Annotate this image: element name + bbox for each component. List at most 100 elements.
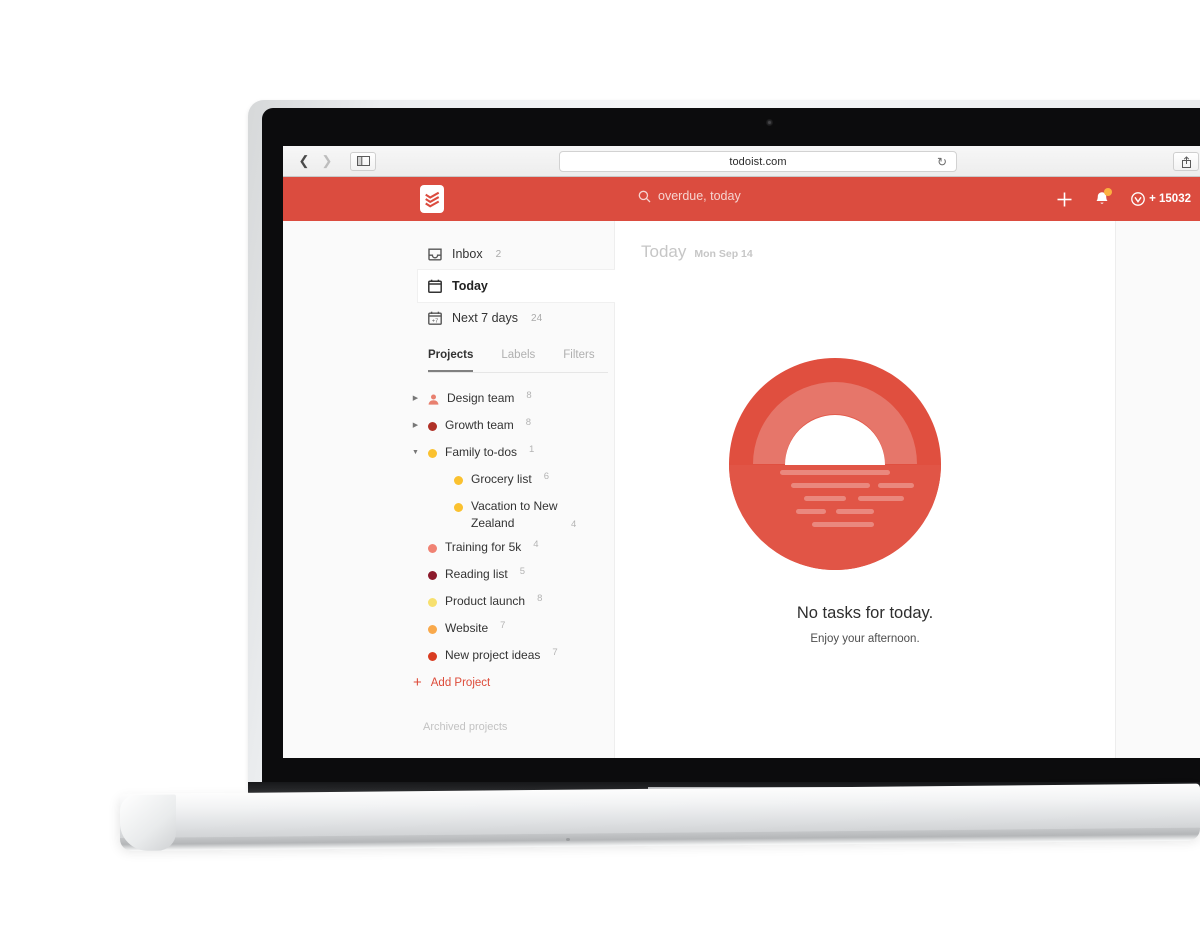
project-row-reading-list[interactable]: ▶ Reading list 5 [411, 563, 611, 590]
project-label: Growth team [445, 418, 514, 432]
search-input-placeholder: overdue, today [658, 189, 741, 203]
todoist-logo-icon [424, 191, 439, 208]
add-task-button[interactable] [1056, 191, 1073, 208]
main-content: Today Mon Sep 14 No tasks for today. Enj… [615, 221, 1115, 758]
project-color-dot [428, 598, 437, 607]
karma-points: + 15032 [1149, 193, 1191, 205]
browser-sidebar-toggle-button[interactable] [350, 151, 376, 171]
app-header: overdue, today + 15032 [283, 177, 1200, 221]
empty-state-subtitle: Enjoy your afternoon. [810, 633, 920, 645]
chevron-right-icon[interactable]: ▶ [411, 390, 420, 407]
project-label: Training for 5k [445, 540, 522, 554]
plus-icon: + [413, 674, 422, 691]
project-row-product-launch[interactable]: ▶ Product launch 8 [411, 590, 611, 617]
laptop-base-port-dot [566, 837, 570, 841]
project-color-dot [428, 652, 437, 661]
tab-filters[interactable]: Filters [563, 349, 594, 372]
screenshot-canvas: ❮ ❯ todoist.com ↻ overdue, today + 15032… [0, 0, 1200, 936]
inbox-icon [428, 248, 442, 260]
content-header: Today Mon Sep 14 [641, 242, 753, 262]
project-label: Grocery list [471, 472, 532, 486]
webcam-icon [766, 119, 773, 126]
project-label: Product launch [445, 594, 526, 608]
page-title: Today [641, 242, 687, 261]
karma-indicator[interactable]: + 15032 [1131, 192, 1191, 206]
laptop-base-corner [120, 794, 176, 851]
project-label: New project ideas [445, 648, 541, 662]
chevron-down-icon[interactable]: ▼ [411, 444, 420, 461]
tab-labels[interactable]: Labels [501, 349, 535, 372]
project-color-dot [428, 625, 437, 634]
project-color-dot [428, 571, 437, 580]
project-label: Website [445, 621, 489, 635]
forward-button[interactable]: ❯ [316, 152, 338, 171]
calendar-7-icon: +7 [428, 311, 442, 325]
add-project-label: Add Project [430, 677, 491, 689]
svg-text:+7: +7 [432, 318, 438, 324]
project-row-growth-team[interactable]: ▶ Growth team 8 [411, 414, 611, 441]
project-count: 6 [543, 471, 549, 482]
project-label: Family to-dos [445, 445, 518, 459]
project-row-training-for-5k[interactable]: ▶ Training for 5k 4 [411, 536, 611, 563]
sunset-icon [729, 358, 941, 570]
project-count: 8 [537, 593, 543, 604]
todoist-logo-button[interactable] [420, 185, 444, 213]
plus-icon [1057, 192, 1072, 206]
url-text: todoist.com [729, 155, 787, 168]
add-project-button[interactable]: + Add Project [411, 674, 611, 691]
sidebar-item-count: 2 [495, 248, 502, 260]
archived-projects-link[interactable]: Archived projects [423, 721, 507, 733]
notifications-button[interactable] [1095, 188, 1113, 207]
sidebar-item-today[interactable]: Today [418, 270, 615, 302]
browser-toolbar-right [1173, 152, 1200, 171]
sidebar: Inbox 2 Today +7 Next 7 days 24 Projects… [283, 221, 615, 758]
app-body: Inbox 2 Today +7 Next 7 days 24 Projects… [283, 221, 1200, 758]
url-bar[interactable]: todoist.com ↻ [559, 151, 957, 172]
project-list: ▶ Design team 8 ▶ Growth team 8 ▼ Family… [411, 387, 611, 691]
share-icon [1181, 155, 1191, 168]
share-button[interactable] [1173, 152, 1199, 171]
project-count: 5 [519, 566, 525, 577]
sidebar-item-count: 24 [531, 312, 543, 324]
tab-projects[interactable]: Projects [428, 349, 474, 372]
project-color-dot [454, 503, 463, 512]
back-button[interactable]: ❮ [293, 152, 315, 171]
project-count: 4 [571, 519, 577, 530]
project-row-grocery-list[interactable]: ▶ Grocery list 6 [411, 468, 611, 495]
project-row-design-team[interactable]: ▶ Design team 8 [411, 387, 611, 414]
karma-icon [1131, 192, 1145, 206]
search-box[interactable]: overdue, today [638, 189, 741, 203]
laptop-screen: ❮ ❯ todoist.com ↻ overdue, today + 15032… [283, 146, 1200, 758]
chevron-right-icon[interactable]: ▶ [411, 417, 420, 434]
project-row-new-project-ideas[interactable]: ▶ New project ideas 7 [411, 644, 611, 671]
project-label: Reading list [445, 567, 508, 581]
sidebar-item-next-7-days[interactable]: +7 Next 7 days 24 [418, 302, 615, 334]
shared-project-person-icon [428, 394, 439, 405]
project-label: Design team [447, 391, 515, 405]
sidebar-tabs: Projects Labels Filters [428, 349, 608, 373]
sidebar-item-label: Inbox [452, 247, 483, 261]
project-color-dot [428, 449, 437, 458]
project-count: 1 [529, 444, 535, 455]
reload-icon[interactable]: ↻ [937, 155, 947, 169]
sidebar-icon [356, 156, 370, 166]
browser-toolbar: ❮ ❯ todoist.com ↻ [283, 146, 1200, 177]
search-icon [638, 190, 651, 202]
project-color-dot [428, 544, 437, 553]
project-count: 7 [500, 620, 506, 631]
sidebar-item-inbox[interactable]: Inbox 2 [418, 238, 615, 270]
page-date: Mon Sep 14 [694, 248, 753, 260]
project-color-dot [454, 476, 463, 485]
project-row-vacation-to-new-zealand[interactable]: ▶ Vacation to New Zealand 4 [411, 495, 611, 532]
sidebar-item-label: Today [452, 279, 488, 293]
project-count: 4 [533, 539, 539, 550]
project-count: 8 [525, 417, 531, 428]
project-row-website[interactable]: ▶ Website 7 [411, 617, 611, 644]
project-label: Vacation to New Zealand [471, 499, 558, 530]
calendar-icon [428, 279, 442, 293]
project-color-dot [428, 422, 437, 431]
header-actions: + 15032 [1056, 177, 1200, 221]
right-gutter [1115, 221, 1200, 758]
browser-nav-group: ❮ ❯ [293, 152, 338, 171]
project-row-family-to-dos[interactable]: ▼ Family to-dos 1 [411, 441, 611, 468]
